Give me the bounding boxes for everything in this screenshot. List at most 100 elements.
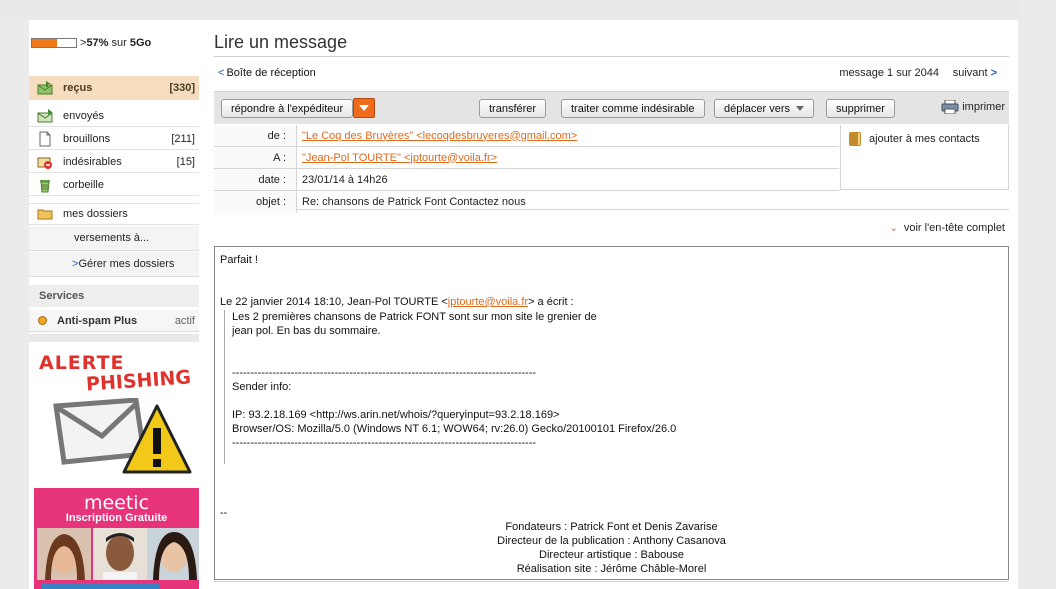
next-message-link[interactable]: suivant > xyxy=(953,67,997,79)
trash-icon xyxy=(37,177,53,193)
envelope-warning-icon xyxy=(53,398,192,474)
folder-sent-label: envoyés xyxy=(63,109,104,122)
back-to-inbox-link[interactable]: < Boîte de réception xyxy=(218,67,316,79)
address-book-icon xyxy=(849,132,861,146)
move-to-label: déplacer vers xyxy=(724,102,791,115)
signature-line: Directeur artistique : Babouse xyxy=(539,549,684,561)
folder-inbox[interactable]: reçus [330] xyxy=(29,76,199,100)
antispam-status: actif xyxy=(174,314,195,327)
folder-spam-count: [15] xyxy=(176,155,195,168)
reply-options-dropdown[interactable] xyxy=(353,98,375,118)
folder-trash[interactable]: corbeille xyxy=(29,174,199,196)
folder-my-folders[interactable]: mes dossiers xyxy=(29,203,199,225)
forward-button[interactable]: transférer xyxy=(479,99,547,118)
chevron-down-icon xyxy=(359,105,369,111)
spam-icon xyxy=(37,154,53,170)
date-value: 23/01/14 à 14h26 xyxy=(302,173,388,186)
bottom-divider xyxy=(214,581,1009,589)
mark-as-spam-button[interactable]: traiter comme indésirable xyxy=(561,99,705,118)
to-value: "Jean-Pol TOURTE" <jptourte@voila.fr> xyxy=(297,152,497,164)
contacts-box: ajouter à mes contacts xyxy=(840,125,1009,190)
quota-indicator: >57% sur 5Go xyxy=(31,37,151,49)
meetic-logo: meetic xyxy=(83,492,150,514)
add-to-contacts-link[interactable]: ajouter à mes contacts xyxy=(849,132,980,146)
quota-bar xyxy=(31,38,77,48)
phishing-alert-ad[interactable]: ALERTE PHISHING xyxy=(34,346,199,474)
add-to-contacts-label: ajouter à mes contacts xyxy=(869,133,980,145)
folder-sent[interactable]: envoyés xyxy=(29,105,199,127)
folder-drafts[interactable]: brouillons [211] xyxy=(29,128,199,150)
folder-my-folders-label: mes dossiers xyxy=(63,208,128,220)
subfolder-versements[interactable]: versements à... xyxy=(29,226,199,251)
face-photo-1 xyxy=(37,528,91,580)
header-date-row: date : 23/01/14 à 14h26 xyxy=(214,169,839,191)
signature-line: Fondateurs : Patrick Font et Denis Zavar… xyxy=(505,521,718,533)
quote-rule: ----------------------------------------… xyxy=(232,437,537,449)
draft-icon xyxy=(37,131,53,147)
services-heading: Services xyxy=(29,285,199,307)
chevron-left-icon: < xyxy=(218,67,225,79)
header-subject-row: objet : Re: chansons de Patrick Font Con… xyxy=(214,191,1009,213)
from-label: de : xyxy=(214,125,297,146)
next-message-label: suivant xyxy=(952,67,988,79)
meetic-ad[interactable]: meetic Inscription Gratuite xyxy=(34,488,199,589)
move-to-button[interactable]: déplacer vers xyxy=(714,99,815,118)
quote-line: jean pol. En bas du sommaire. xyxy=(232,325,381,337)
face-photo-3 xyxy=(147,528,199,580)
signature-separator: -- xyxy=(220,507,228,519)
print-label: imprimer xyxy=(962,101,1005,113)
folder-spam[interactable]: indésirables [15] xyxy=(29,151,199,173)
subject-value: Re: chansons de Patrick Font Contactez n… xyxy=(302,196,526,208)
sidebar-separator xyxy=(29,334,199,342)
ip-line: IP: 93.2.18.169 <http://ws.arin.net/whoi… xyxy=(232,409,560,421)
folder-drafts-label: brouillons xyxy=(63,132,111,145)
message-body: Parfait ! Le 22 janvier 2014 18:10, Jean… xyxy=(214,246,1009,580)
message-headers: de : "Le Coq des Bruyères" <lecoqdesbruy… xyxy=(214,125,1009,213)
quoted-sender-link[interactable]: jptourte@voila.fr xyxy=(448,296,528,308)
sidebar: >57% sur 5Go reçus [330] envoyés brouill… xyxy=(29,20,199,589)
status-dot-icon xyxy=(38,316,47,325)
chevron-down-icon xyxy=(796,106,805,111)
meetic-subtitle: Inscription Gratuite xyxy=(65,512,168,524)
quota-text: >57% sur 5Go xyxy=(80,37,152,49)
to-address-link[interactable]: "Jean-Pol TOURTE" <jptourte@voila.fr> xyxy=(302,152,497,164)
signature-line: Réalisation site : Jérôme Châble-Morel xyxy=(516,563,707,575)
sent-icon xyxy=(37,108,53,124)
header-to-row: A : "Jean-Pol TOURTE" <jptourte@voila.fr… xyxy=(214,147,839,169)
folder-inbox-label: reçus xyxy=(63,82,93,94)
date-label: date : xyxy=(214,169,297,190)
chevron-right-icon: > xyxy=(990,67,997,79)
header-from-row: de : "Le Coq des Bruyères" <lecoqdesbruy… xyxy=(214,125,839,147)
folder-drafts-count: [211] xyxy=(171,132,195,145)
inbox-icon xyxy=(37,80,53,96)
quota-fill xyxy=(32,39,58,47)
chevron-down-icon: ⌄ xyxy=(889,222,898,234)
from-address-link[interactable]: "Le Coq des Bruyères" <lecoqdesbruyeres@… xyxy=(302,130,577,142)
body-greeting: Parfait ! xyxy=(220,254,258,266)
title-divider xyxy=(214,56,1009,57)
folder-trash-label: corbeille xyxy=(63,178,104,191)
antispam-service[interactable]: Anti-spam Plus actif xyxy=(29,310,199,332)
browser-line: Browser/OS: Mozilla/5.0 (Windows NT 6.1;… xyxy=(232,423,677,435)
manage-folders-label: Gérer mes dossiers xyxy=(78,258,175,270)
message-toolbar: répondre à l'expéditeur transférer trait… xyxy=(214,91,1009,124)
printer-icon xyxy=(941,99,959,115)
signature-line: Directeur de la publication : Anthony Ca… xyxy=(497,535,726,547)
folder-icon xyxy=(37,206,53,222)
print-button[interactable]: imprimer xyxy=(941,99,1005,115)
quoted-text: Les 2 premières chansons de Patrick FONT… xyxy=(224,310,1003,464)
phishing-ad-line1: ALERTE xyxy=(39,352,125,374)
sender-info-label: Sender info: xyxy=(232,381,292,393)
manage-folders-link[interactable]: > Gérer mes dossiers xyxy=(29,252,199,277)
reply-intro: Le 22 janvier 2014 18:10, Jean-Pol TOURT… xyxy=(220,296,574,308)
quote-rule: ----------------------------------------… xyxy=(232,367,537,379)
message-position: message 1 sur 2044 xyxy=(839,67,939,79)
delete-button[interactable]: supprimer xyxy=(826,99,895,118)
full-header-link[interactable]: ⌄ voir l'en-tête complet xyxy=(889,222,1005,234)
main-content: Lire un message < Boîte de réception mess… xyxy=(214,20,1009,589)
webmail-frame: >57% sur 5Go reçus [330] envoyés brouill… xyxy=(29,20,1018,589)
from-value: "Le Coq des Bruyères" <lecoqdesbruyeres@… xyxy=(297,130,577,142)
meetic-cta-bar[interactable] xyxy=(42,583,159,589)
reply-button[interactable]: répondre à l'expéditeur xyxy=(221,99,354,118)
folder-spam-label: indésirables xyxy=(63,155,122,168)
